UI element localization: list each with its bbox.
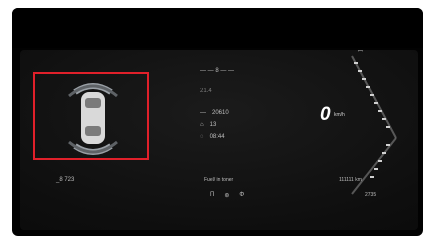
top-black-bar	[12, 8, 423, 48]
consumption-value: 13	[209, 122, 217, 128]
odometer-value: 20610	[212, 110, 229, 116]
bottom-mid-text: Fuel/ in toner	[204, 177, 234, 183]
speed-value: 0	[320, 104, 331, 125]
parking-sensor-range: _8 723	[56, 177, 75, 183]
trip-header: — — 8 — —	[200, 68, 235, 74]
bottom-right-text: 111111 km	[339, 177, 362, 183]
trip-label: 21.4	[200, 88, 212, 94]
parking-sensor-highlight[interactable]	[33, 72, 149, 160]
bottom-icon-2: ⊛	[224, 193, 230, 199]
odometer-row: — 20610	[200, 110, 229, 116]
odometer-icon: —	[200, 110, 206, 116]
consumption-row: ⌂ 13	[200, 122, 216, 128]
clock-icon: ◌	[200, 134, 204, 140]
instrument-cluster-frame: — — 8 — — 21.4 — 20610 ⌂ 13 ◌ 08:44 ꟷ 0 …	[12, 8, 423, 236]
speed-unit: km/h	[334, 112, 345, 118]
consumption-icon: ⌂	[200, 122, 204, 128]
parking-sensor-view	[68, 83, 118, 155]
trip-header-row: — — 8 — —	[200, 68, 234, 74]
bottom-icon-1: Π	[210, 192, 215, 198]
range-value: 2735	[365, 192, 377, 198]
time-value: 08:44	[209, 134, 225, 140]
gear-indicator: ꟷ	[358, 49, 363, 55]
bottom-icons: Π ⊛ Φ	[210, 192, 244, 199]
speed-gauge	[351, 55, 397, 195]
time-row: ◌ 08:44	[200, 134, 225, 140]
trip-label-row: 21.4	[200, 88, 212, 94]
bottom-icon-3: Φ	[239, 192, 245, 198]
